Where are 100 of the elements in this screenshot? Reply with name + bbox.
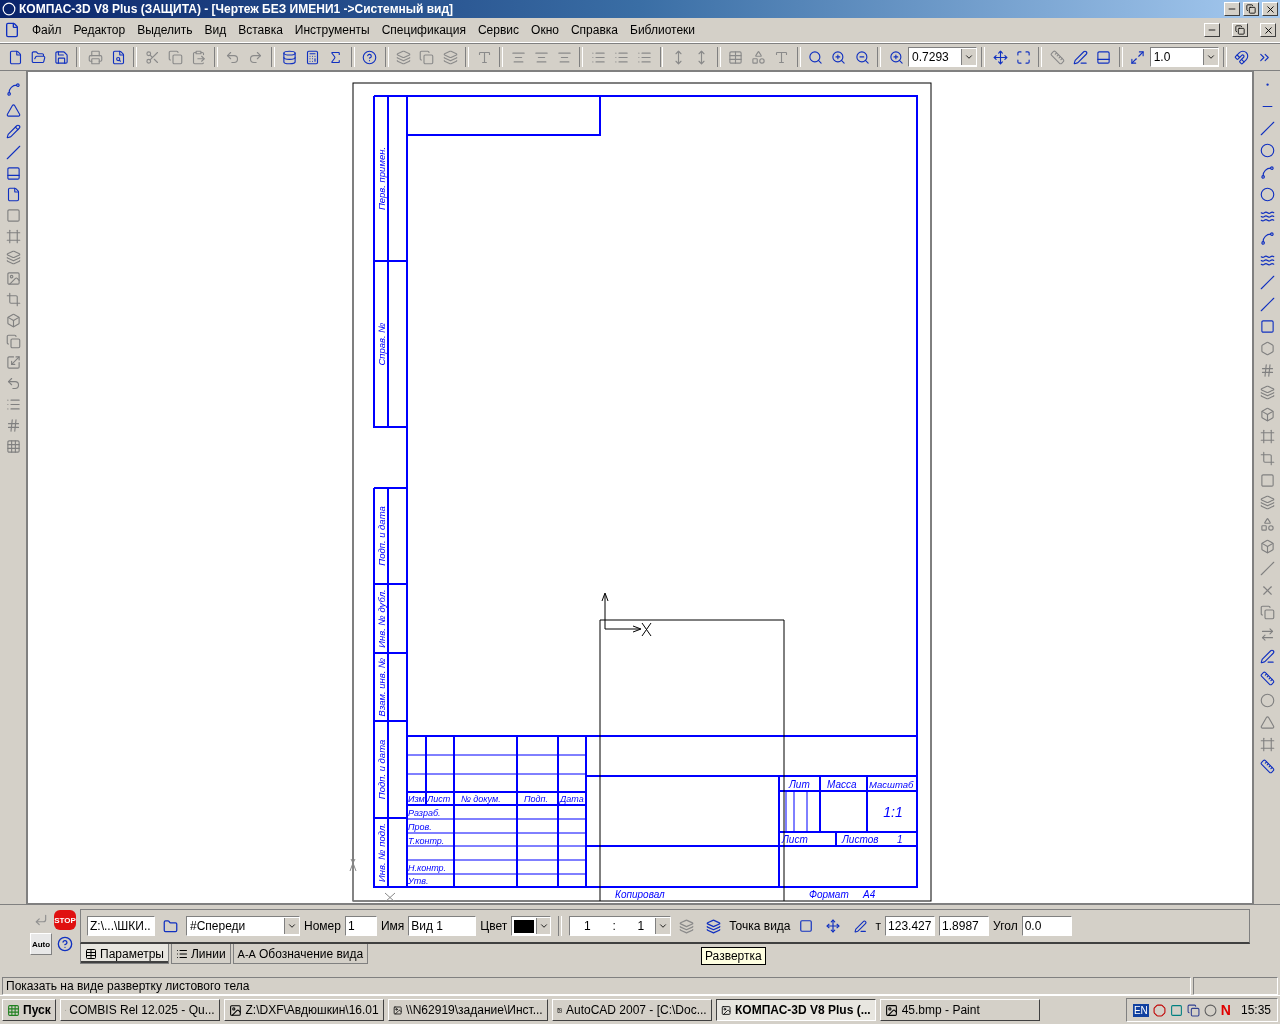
panel-tab[interactable]: Линии bbox=[170, 944, 231, 964]
stamp-role: Разраб. bbox=[408, 808, 441, 818]
caret-icon bbox=[658, 921, 669, 931]
angle-field[interactable]: 0.0 bbox=[1021, 916, 1072, 936]
stamp-label: Масштаб bbox=[869, 779, 914, 790]
sheets-count: 1 bbox=[897, 834, 903, 845]
stamp-label: Масса bbox=[827, 779, 857, 790]
auto-button[interactable]: Auto bbox=[30, 933, 52, 955]
color-swatch bbox=[514, 919, 535, 933]
taskbar-button[interactable]: КОМПАС-3D V8 Plus (... bbox=[715, 999, 876, 1021]
square-icon[interactable] bbox=[1169, 1003, 1183, 1017]
taskbar-button[interactable]: AutoCAD 2007 - [C:\Doc... bbox=[551, 999, 712, 1021]
angle-label: Угол bbox=[993, 919, 1018, 933]
stamp-role: Т.контр. bbox=[408, 836, 445, 846]
caret-icon bbox=[538, 921, 549, 931]
y-field[interactable]: 1.8987 bbox=[939, 916, 990, 936]
stamp-label: Лит bbox=[789, 779, 810, 790]
step-field[interactable]: 1.0 bbox=[1149, 47, 1219, 67]
number-field[interactable]: 1 bbox=[344, 916, 377, 936]
zoom-field[interactable]: 0.7293 bbox=[908, 47, 978, 67]
menu-item[interactable]: Редактор bbox=[73, 23, 126, 37]
path-field[interactable]: Z:\...\ШКИ.. bbox=[87, 916, 155, 936]
side-label: Подп. и дата bbox=[375, 506, 387, 566]
stamp-label: Лист bbox=[782, 834, 808, 845]
restore-icon bbox=[1246, 4, 1256, 14]
language-indicator[interactable]: EN bbox=[1132, 1003, 1149, 1017]
image-icon bbox=[392, 1003, 403, 1017]
restore-button[interactable] bbox=[1232, 23, 1248, 37]
menu-item[interactable]: Файл bbox=[32, 23, 62, 37]
x-field[interactable]: 123.427 bbox=[885, 916, 936, 936]
stamp-role: Н.контр. bbox=[408, 863, 447, 873]
format-value: A4 bbox=[863, 889, 876, 900]
stop-button[interactable]: STOP bbox=[54, 909, 76, 931]
menu-item[interactable]: Спецификация bbox=[381, 23, 466, 37]
stamp-role: Пров. bbox=[408, 822, 432, 832]
number-label: Номер bbox=[304, 919, 341, 933]
close-button[interactable] bbox=[1262, 2, 1278, 16]
stamp-header: Дата bbox=[560, 794, 584, 804]
window-title: КОМПАС-3D V8 Plus (ЗАЩИТА) - [Чертеж БЕЗ ИМЕНИ1 ->Системный вид] bbox=[19, 2, 455, 16]
stamp-header: Изм. bbox=[408, 794, 428, 804]
restore-button[interactable] bbox=[1243, 2, 1259, 16]
menu-item[interactable]: Инструменты bbox=[294, 23, 370, 37]
close-icon bbox=[1262, 24, 1274, 36]
menu-item[interactable]: Вид bbox=[204, 23, 227, 37]
stamp-header: Подп. bbox=[524, 794, 548, 804]
side-label: Инв. № дубл. bbox=[375, 589, 387, 648]
side-label: Перв. примен. bbox=[375, 146, 387, 211]
image-icon bbox=[228, 1003, 242, 1017]
status-text: Показать на виде развертку листового тела bbox=[2, 977, 1191, 995]
caret-icon bbox=[287, 921, 297, 931]
format-label: Формат bbox=[809, 889, 849, 900]
list-icon bbox=[175, 947, 188, 960]
minimize-button[interactable] bbox=[1224, 2, 1240, 16]
circle-icon[interactable] bbox=[1203, 1003, 1217, 1017]
scale-dropdown[interactable]: 1 : 1 bbox=[569, 916, 672, 936]
caret-icon bbox=[964, 52, 975, 62]
tooltip: Развертка bbox=[701, 947, 766, 965]
start-button[interactable]: Пуск bbox=[2, 999, 56, 1021]
caret-icon bbox=[1205, 52, 1216, 62]
document-icon bbox=[4, 22, 20, 38]
taskbar-button[interactable]: 45.bmp - Paint bbox=[879, 999, 1040, 1021]
stamp-label: Листов bbox=[842, 834, 879, 845]
grid-icon bbox=[7, 1003, 20, 1017]
copied-label: Копировал bbox=[615, 889, 665, 900]
panel-tab[interactable]: А-А Обозначение вида bbox=[232, 944, 369, 964]
taskbar-button[interactable]: \\N62919\задание\Инст... bbox=[387, 999, 548, 1021]
color-label: Цвет bbox=[480, 919, 508, 933]
name-field[interactable]: Вид 1 bbox=[408, 916, 477, 936]
stamp-header: № докум. bbox=[461, 794, 501, 804]
stamp-header: Лист bbox=[427, 794, 451, 804]
table-icon bbox=[85, 947, 97, 960]
image-icon bbox=[884, 1003, 898, 1017]
side-label: Справ. № bbox=[375, 322, 387, 366]
side-label: Инв. № подл. bbox=[375, 823, 387, 882]
orientation-dropdown[interactable]: #Спереди bbox=[186, 916, 300, 936]
scale-value: 1:1 bbox=[883, 804, 903, 820]
view-point-label: Точка вида bbox=[729, 919, 791, 933]
restore-icon bbox=[1235, 25, 1245, 35]
side-label: Подп. и дата bbox=[375, 739, 387, 800]
coordinate-axes-drawing bbox=[601, 592, 652, 637]
minimize-button[interactable] bbox=[1204, 23, 1220, 37]
menu-item[interactable]: Сервис bbox=[477, 23, 520, 37]
image-icon bbox=[720, 1003, 731, 1017]
clock: 15:35 bbox=[1240, 1003, 1271, 1017]
t-label: т bbox=[875, 919, 882, 933]
close-icon bbox=[1264, 3, 1276, 15]
app-logo-icon bbox=[2, 2, 16, 16]
stamp-role: Утв. bbox=[408, 876, 429, 886]
menu-item[interactable]: Справка bbox=[570, 23, 618, 37]
panel-tab[interactable]: Параметры bbox=[80, 944, 169, 964]
menu-item[interactable]: Окно bbox=[531, 23, 559, 37]
side-label: Взам. инв. № bbox=[375, 657, 387, 717]
menu-item[interactable]: Библиотеки bbox=[630, 23, 696, 37]
color-dropdown[interactable] bbox=[511, 916, 552, 936]
taskbar-button[interactable]: COMBIS Rel 12.025 - Qu... bbox=[59, 999, 220, 1021]
close-button[interactable] bbox=[1260, 23, 1276, 37]
menu-item[interactable]: Вставка bbox=[238, 23, 283, 37]
name-label: Имя bbox=[380, 919, 405, 933]
taskbar-button[interactable]: Z:\DXF\Авдюшкин\16.01 bbox=[223, 999, 384, 1021]
menu-item[interactable]: Выделить bbox=[137, 23, 193, 37]
